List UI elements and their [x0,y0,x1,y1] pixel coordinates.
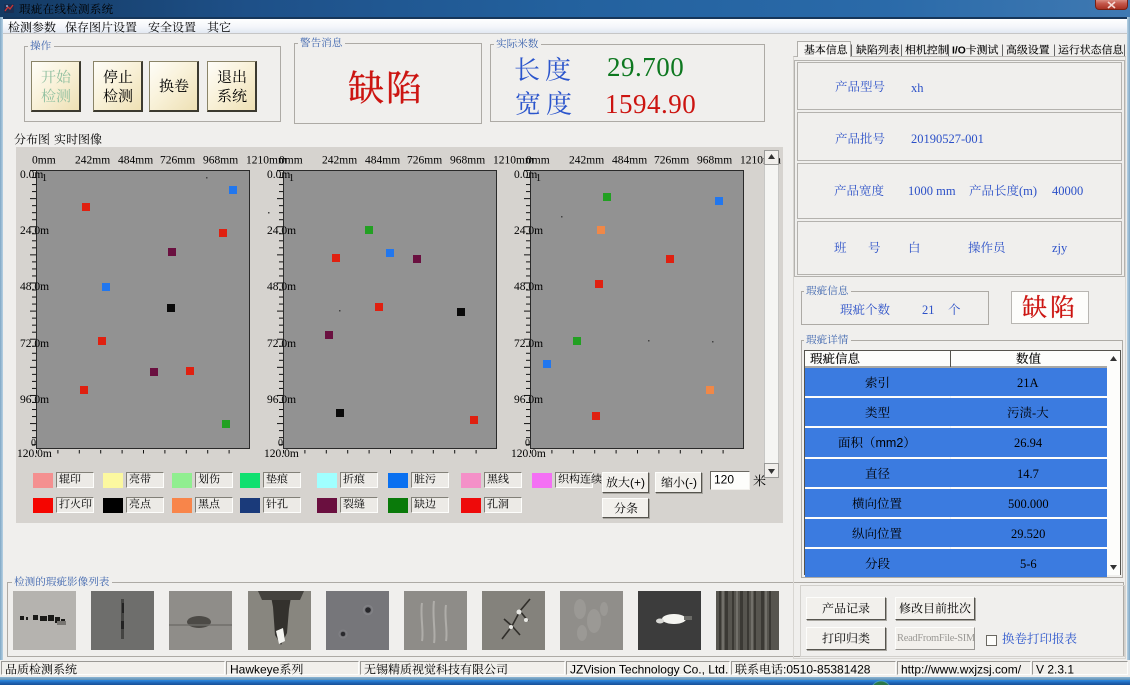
svg-text:26.94: 26.94 [1014,436,1043,450]
svg-text:(m): (m) [1019,184,1037,198]
svg-text:120: 120 [714,473,734,487]
svg-text:5-6: 5-6 [1020,557,1037,571]
svg-text:14.7: 14.7 [1017,467,1039,481]
svg-text:mm2: mm2 [876,436,904,450]
svg-text:(+): (+) [630,476,645,490]
svg-text:40000: 40000 [1052,184,1083,198]
svg-text:1000 mm: 1000 mm [908,184,956,198]
svg-text:29.520: 29.520 [1011,527,1045,541]
svg-text::0510-85381428: :0510-85381428 [783,662,871,676]
svg-text:Hawkeye: Hawkeye [230,662,280,676]
svg-text:http://www.wxjzsj.com/: http://www.wxjzsj.com/ [901,662,1022,676]
svg-text:-: - [1032,406,1036,420]
svg-text:500.000: 500.000 [1008,497,1049,511]
svg-text:V 2.3.1: V 2.3.1 [1036,662,1074,676]
svg-text:21: 21 [922,303,935,317]
svg-text:21A: 21A [1017,376,1039,390]
svg-text:(-): (-) [685,476,697,490]
svg-text:zjy: zjy [1052,241,1068,255]
svg-text:20190527-001: 20190527-001 [911,132,984,146]
svg-text:xh: xh [911,81,924,95]
svg-text:JZVision Technology Co., Ltd.: JZVision Technology Co., Ltd. [570,662,728,676]
